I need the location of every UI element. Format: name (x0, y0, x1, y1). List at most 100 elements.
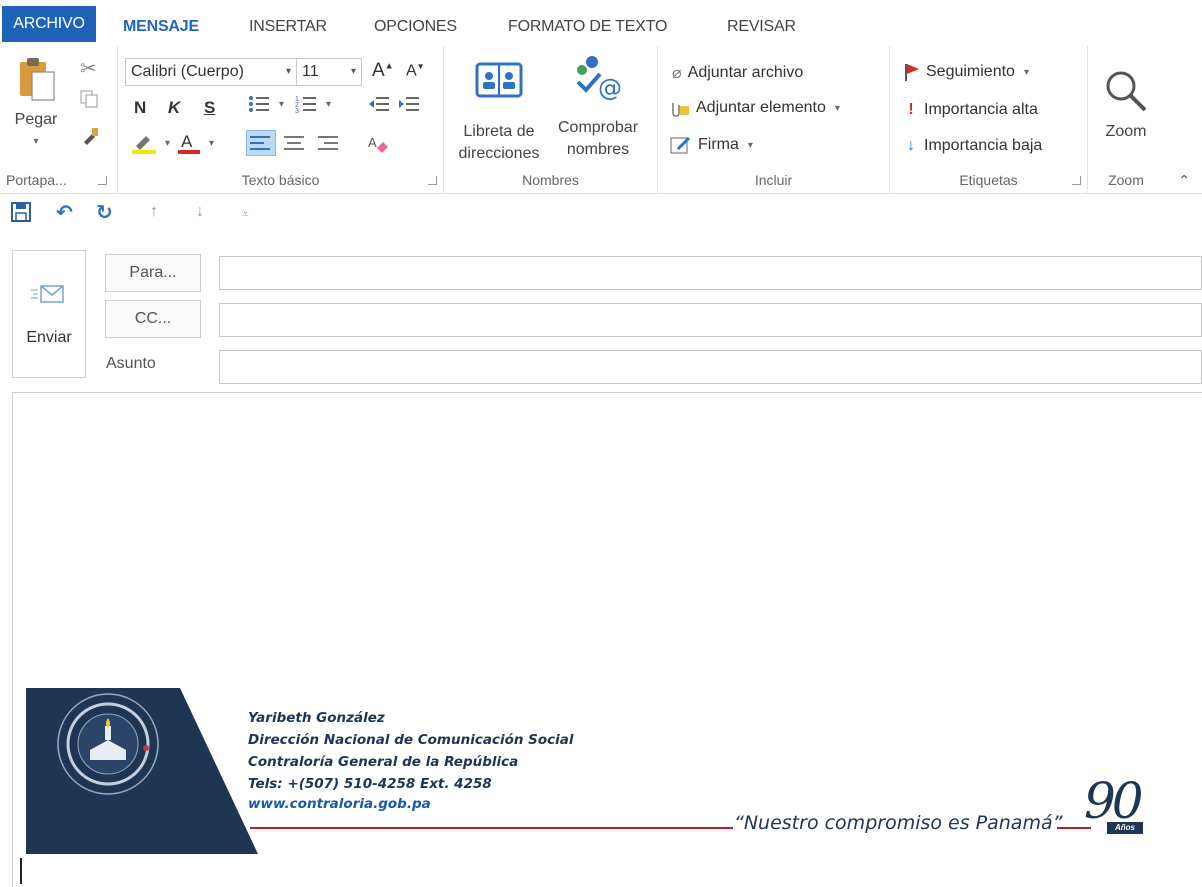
save-icon[interactable] (11, 202, 31, 222)
follow-up-button[interactable]: Seguimiento ▾ (904, 63, 1029, 81)
cut-button[interactable]: ✂ (80, 56, 97, 81)
chevron-down-icon: ▾ (285, 66, 291, 77)
copy-button[interactable] (80, 90, 98, 108)
arrow-down-icon[interactable]: ↓ (196, 203, 204, 221)
align-center-icon (284, 136, 304, 150)
grow-font-button[interactable]: A▲ (372, 60, 394, 82)
underline-button[interactable]: S (204, 98, 215, 118)
basic-text-launcher-icon[interactable] (428, 176, 437, 185)
attach-item-icon (672, 103, 689, 117)
chevron-down-icon: ▾ (209, 137, 215, 149)
chevron-down-icon: ▾ (165, 137, 171, 149)
include-group-label: Incluir (754, 172, 793, 188)
text-cursor (20, 858, 22, 884)
address-book-button[interactable]: Libreta de direcciones (450, 60, 548, 165)
increase-indent-button[interactable] (398, 94, 420, 114)
subject-field[interactable] (219, 350, 1202, 384)
font-size-combo[interactable]: 11 ▾ (296, 58, 362, 86)
tab-file[interactable]: ARCHIVO (2, 6, 96, 42)
low-importance-button[interactable]: ↓ Importancia baja (904, 137, 1042, 155)
format-painter-button[interactable] (80, 126, 100, 146)
group-clipboard: Pegar ▾ ✂ Portapa... (0, 46, 118, 194)
font-color-button[interactable]: A ▾ (178, 132, 214, 154)
signature-department: Dirección Nacional de Comunicación Socia… (248, 732, 574, 748)
bold-button[interactable]: N (134, 98, 146, 118)
align-right-icon (318, 136, 338, 150)
group-zoom: Zoom Zoom (1088, 46, 1164, 194)
paste-label: Pegar (14, 111, 58, 128)
shrink-font-button[interactable]: A▼ (406, 62, 425, 80)
attach-file-label: Adjuntar archivo (687, 64, 804, 81)
grow-font-icon: A (372, 60, 385, 81)
zoom-button[interactable]: Zoom (1092, 68, 1160, 143)
tab-message[interactable]: MENSAJE (123, 8, 199, 46)
shrink-font-icon: A (406, 62, 417, 80)
zoom-label: Zoom (1105, 123, 1147, 140)
group-tags: Seguimiento ▾ ! Importancia alta ↓ Impor… (890, 46, 1088, 194)
svg-text:3: 3 (295, 108, 299, 114)
clipboard-paste-icon (20, 58, 55, 101)
check-names-icon: @ (576, 56, 622, 102)
send-label: Enviar (26, 329, 72, 346)
cc-button[interactable]: CC... (105, 300, 201, 338)
signature-name: Yaribeth González (248, 710, 385, 726)
numbering-button[interactable]: 1 2 3 ▾ (295, 94, 331, 114)
collapse-ribbon-icon[interactable]: ⌃ (1178, 172, 1190, 189)
group-basic-text: Calibri (Cuerpo) ▾ 11 ▾ A▲ A▼ N K S ▾ 12… (118, 46, 444, 194)
basic-text-group-label: Texto básico (241, 172, 320, 188)
group-names: Libreta de direcciones @ Comprobar nombr… (444, 46, 658, 194)
decrease-indent-icon (369, 97, 389, 111)
subject-label: Asunto (106, 355, 156, 372)
quick-access-toolbar: ↶ ↻ ↑ ↓ ⩡ (0, 196, 1202, 230)
scissors-icon: ✂ (80, 58, 97, 80)
highlight-color-button[interactable]: ▾ (132, 132, 170, 154)
eraser-icon: A (368, 135, 388, 153)
customize-toolbar-icon[interactable]: ⩡ (242, 207, 249, 222)
cc-field[interactable] (219, 303, 1202, 337)
align-right-button[interactable] (318, 134, 340, 152)
to-field[interactable] (219, 256, 1202, 290)
decrease-indent-button[interactable] (368, 94, 390, 114)
highlighter-icon (132, 136, 156, 154)
tags-group-label: Etiquetas (959, 172, 1018, 188)
undo-icon[interactable]: ↶ (56, 200, 73, 225)
signature-website[interactable]: www.contraloria.gob.pa (248, 796, 431, 812)
high-importance-button[interactable]: ! Importancia alta (904, 101, 1038, 119)
paste-button[interactable]: Pegar ▾ (10, 54, 62, 153)
signature-button[interactable]: Firma ▾ (670, 135, 753, 155)
attach-item-button[interactable]: Adjuntar elemento ▾ (670, 99, 840, 117)
signature-divider (250, 827, 733, 829)
names-group-label: Nombres (522, 172, 579, 188)
tags-launcher-icon[interactable] (1072, 176, 1081, 185)
arrow-up-icon[interactable]: ↑ (150, 203, 158, 221)
signature-organization: Contraloría General de la República (248, 754, 519, 770)
tab-format-text[interactable]: FORMATO DE TEXTO (508, 8, 667, 46)
to-button[interactable]: Para... (105, 254, 201, 292)
paste-dropdown-icon[interactable]: ▾ (10, 131, 62, 153)
clipboard-launcher-icon[interactable] (98, 176, 107, 185)
send-button[interactable]: Enviar (12, 250, 86, 378)
check-names-button[interactable]: @ Comprobar nombres (548, 54, 648, 161)
chevron-down-icon: ▾ (834, 102, 840, 114)
increase-indent-icon (399, 97, 419, 111)
chevron-down-icon: ▾ (326, 98, 332, 110)
send-envelope-icon (31, 285, 64, 303)
redo-icon[interactable]: ↻ (96, 200, 113, 225)
tab-options[interactable]: OPCIONES (374, 8, 457, 46)
font-name-combo[interactable]: Calibri (Cuerpo) ▾ (125, 58, 297, 86)
align-left-button[interactable] (246, 130, 276, 156)
chevron-down-icon: ▾ (279, 98, 285, 110)
tab-review[interactable]: REVISAR (727, 8, 796, 46)
tab-insert[interactable]: INSERTAR (249, 8, 327, 46)
address-book-label-1: Libreta de (463, 123, 535, 140)
red-flag-icon (905, 64, 919, 81)
italic-button[interactable]: K (168, 98, 180, 118)
clear-formatting-button[interactable]: A (368, 134, 390, 154)
follow-up-label: Seguimiento (926, 63, 1015, 80)
font-size-value: 11 (302, 63, 319, 80)
bullets-button[interactable]: ▾ (248, 94, 284, 114)
attach-file-button[interactable]: ⌀ Adjuntar archivo (672, 63, 803, 83)
svg-text:A: A (368, 135, 377, 150)
align-center-button[interactable] (284, 134, 306, 152)
paperclip-icon: ⌀ (672, 65, 682, 82)
